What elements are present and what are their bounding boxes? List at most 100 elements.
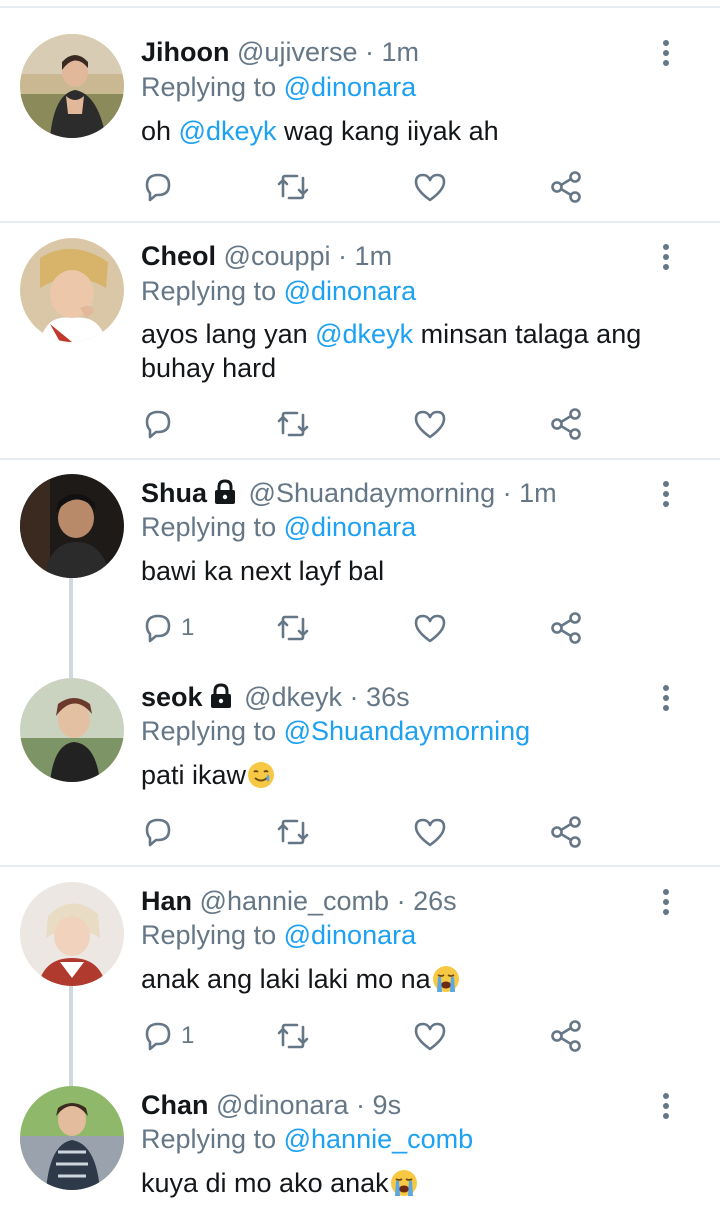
retweet-button[interactable] — [275, 167, 311, 207]
user-handle[interactable]: @dinonara — [216, 1090, 349, 1120]
tweet-mention[interactable]: @dkeyk — [179, 116, 277, 146]
share-button[interactable] — [548, 812, 584, 852]
timestamp[interactable]: 26s — [413, 886, 457, 916]
replying-to-mention[interactable]: @hannie_comb — [284, 1124, 474, 1154]
display-name[interactable]: Jihoon — [141, 37, 230, 67]
more-icon[interactable] — [656, 244, 676, 274]
loudly-crying-face-icon — [390, 1170, 417, 1196]
reply-button[interactable] — [141, 404, 175, 444]
share-icon — [551, 1020, 581, 1052]
retweet-icon — [277, 411, 309, 437]
avatar[interactable] — [20, 474, 124, 578]
user-handle[interactable]: @ujiverse — [237, 37, 357, 67]
tweet-header: Han @hannie_comb · 26s — [141, 884, 457, 918]
like-button[interactable] — [412, 167, 448, 207]
timestamp[interactable]: 9s — [373, 1090, 402, 1120]
like-icon — [414, 173, 446, 202]
reply-count: 1 — [181, 614, 195, 641]
retweet-button[interactable] — [275, 404, 311, 444]
replying-to-label: Replying to — [141, 72, 277, 102]
avatar[interactable] — [20, 1086, 124, 1190]
tweet-text-part: ayos lang yan — [141, 319, 316, 349]
separator: · — [396, 886, 406, 916]
timestamp[interactable]: 1m — [382, 37, 420, 67]
reply-button[interactable]: 1 — [141, 1016, 194, 1056]
avatar[interactable] — [20, 34, 124, 138]
replying-to-mention[interactable]: @Shuandaymorning — [284, 716, 531, 746]
display-name[interactable]: Han — [141, 886, 192, 916]
user-handle[interactable]: @dkeyk — [244, 682, 342, 712]
separator: · — [356, 1090, 366, 1120]
retweet-button[interactable] — [275, 608, 311, 648]
like-icon — [414, 614, 446, 643]
like-icon — [414, 1022, 446, 1051]
user-handle[interactable]: @hannie_comb — [200, 886, 390, 916]
reply-count: 1 — [181, 1022, 195, 1049]
retweet-icon — [277, 615, 309, 641]
tweet-header: Jihoon @ujiverse · 1m — [141, 35, 419, 69]
replying-to: Replying to @Shuandaymorning — [141, 714, 530, 748]
display-name[interactable]: seok — [141, 682, 203, 712]
tweet-header: Chan @dinonara · 9s — [141, 1088, 401, 1122]
reply-icon — [145, 173, 171, 202]
replying-to: Replying to @dinonara — [141, 274, 416, 308]
tweet-text-part: anak ang laki laki mo na — [141, 964, 431, 994]
timestamp[interactable]: 1m — [519, 478, 557, 508]
share-button[interactable] — [548, 404, 584, 444]
replying-to-mention[interactable]: @dinonara — [284, 276, 417, 306]
reply-button[interactable] — [141, 167, 175, 207]
replying-to-mention[interactable]: @dinonara — [284, 512, 417, 542]
tweet-text: anak ang laki laki mo na — [141, 962, 686, 996]
share-icon — [551, 171, 581, 203]
user-handle[interactable]: @Shuandaymorning — [249, 478, 496, 508]
tweet-text-part: bawi ka next layf bal — [141, 556, 385, 586]
display-name[interactable]: Cheol — [141, 241, 216, 271]
display-name[interactable]: Chan — [141, 1090, 209, 1120]
more-icon[interactable] — [656, 1093, 676, 1123]
like-button[interactable] — [412, 608, 448, 648]
share-button[interactable] — [548, 608, 584, 648]
tweet-text-part: wag kang iiyak ah — [276, 116, 499, 146]
like-button[interactable] — [412, 812, 448, 852]
loudly-crying-face-icon — [432, 966, 459, 992]
tweet-text-part: pati ikaw — [141, 760, 247, 790]
tweet-header: Shua @Shuandaymorning · 1m — [141, 476, 557, 510]
avatar[interactable] — [20, 678, 124, 782]
timestamp[interactable]: 1m — [355, 241, 393, 271]
tweet-header: Cheol @couppi · 1m — [141, 239, 392, 273]
more-icon[interactable] — [656, 889, 676, 919]
more-icon[interactable] — [656, 685, 676, 715]
retweet-button[interactable] — [275, 812, 311, 852]
retweet-icon — [277, 174, 309, 200]
separator: · — [349, 682, 359, 712]
replying-to-mention[interactable]: @dinonara — [284, 72, 417, 102]
reply-button[interactable]: 1 — [141, 608, 194, 648]
avatar[interactable] — [20, 238, 124, 342]
share-icon — [551, 612, 581, 644]
replying-to-mention[interactable]: @dinonara — [284, 920, 417, 950]
share-icon — [551, 408, 581, 440]
display-name[interactable]: Shua — [141, 478, 207, 508]
reply-icon — [145, 614, 171, 643]
like-button[interactable] — [412, 404, 448, 444]
retweet-button[interactable] — [275, 1016, 311, 1056]
replying-to-label: Replying to — [141, 276, 277, 306]
more-icon[interactable] — [656, 40, 676, 70]
action-bar — [0, 812, 720, 852]
replying-to-label: Replying to — [141, 512, 277, 542]
share-button[interactable] — [548, 1016, 584, 1056]
replying-to: Replying to @dinonara — [141, 70, 416, 104]
reply-icon — [145, 818, 171, 847]
tweet-text: oh @dkeyk wag kang iiyak ah — [141, 114, 686, 148]
more-icon[interactable] — [656, 481, 676, 511]
like-button[interactable] — [412, 1016, 448, 1056]
share-button[interactable] — [548, 167, 584, 207]
replying-to: Replying to @dinonara — [141, 918, 416, 952]
avatar[interactable] — [20, 882, 124, 986]
tweet-mention[interactable]: @dkeyk — [315, 319, 413, 349]
reply-button[interactable] — [141, 812, 175, 852]
reply-icon — [145, 410, 171, 439]
separator: · — [502, 478, 512, 508]
user-handle[interactable]: @couppi — [224, 241, 331, 271]
timestamp[interactable]: 36s — [366, 682, 410, 712]
